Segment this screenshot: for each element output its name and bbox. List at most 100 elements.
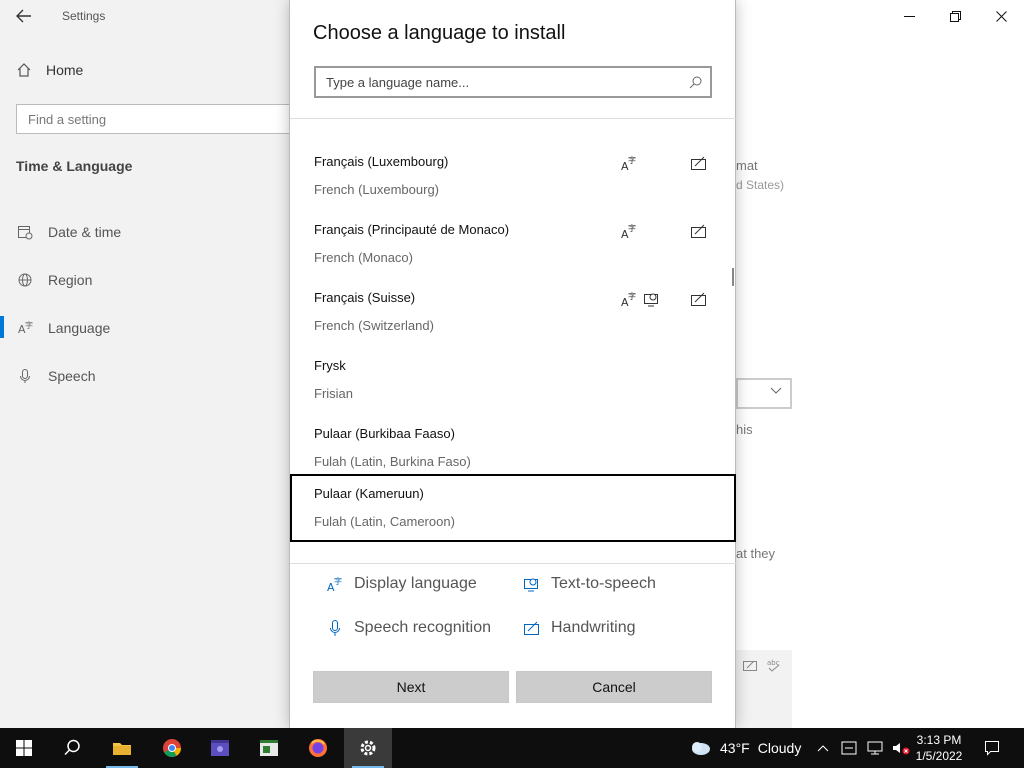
chrome-icon <box>163 739 181 758</box>
close-button[interactable] <box>978 0 1024 32</box>
legend-speech-recognition: Speech recognition <box>326 619 491 637</box>
language-english-name: French (Luxembourg) <box>314 182 439 197</box>
svg-text:字: 字 <box>628 223 636 233</box>
display-language-icon: A字 <box>620 154 638 173</box>
home-label: Home <box>46 62 84 78</box>
spellcheck-icon: abc <box>766 658 782 677</box>
microphone-icon <box>16 367 34 385</box>
right-pane-text-this: his <box>736 422 753 437</box>
nav-item-region[interactable]: Region <box>0 256 121 304</box>
weather-widget[interactable]: 43°F Cloudy <box>688 728 801 768</box>
list-bottom-divider <box>290 563 737 564</box>
search-icon <box>689 76 702 88</box>
right-pane-dropdown[interactable] <box>736 378 792 409</box>
taskbar-search-button[interactable] <box>48 728 96 768</box>
action-center-button[interactable] <box>976 728 1008 768</box>
language-english-name: French (Switzerland) <box>314 318 434 333</box>
language-item[interactable]: Français (Suisse) French (Switzerland) A… <box>290 278 736 346</box>
handwriting-icon <box>524 621 539 635</box>
selected-indicator <box>0 316 4 338</box>
legend-handwriting: Handwriting <box>523 619 635 637</box>
language-native-name: Français (Luxembourg) <box>314 154 449 169</box>
text-to-speech-icon <box>643 290 661 308</box>
legend-display-label: Display language <box>354 575 477 592</box>
nav-label-speech: Speech <box>48 368 96 384</box>
handwriting-icon <box>690 290 708 308</box>
tray-app-icon[interactable] <box>840 741 858 755</box>
settings-nav: Date & time Region A字 Language Speech <box>0 208 121 400</box>
display-language-icon: A字 <box>327 576 342 593</box>
dialog-title: Choose a language to install <box>313 22 566 44</box>
text-to-speech-icon <box>524 578 538 592</box>
taskbar-chrome[interactable] <box>148 728 196 768</box>
handwriting-icon <box>690 154 708 172</box>
restore-icon <box>949 10 961 22</box>
right-pane-text-format: mat <box>736 158 758 173</box>
minimize-icon <box>903 15 915 17</box>
chevron-down-icon <box>770 386 782 398</box>
settings-nav-pane: Settings Home Find a setting Time & Lang… <box>0 0 296 728</box>
taskbar-file-explorer[interactable] <box>98 728 146 768</box>
language-item-selected[interactable]: Pulaar (Kameruun) Fulah (Latin, Cameroon… <box>290 474 736 542</box>
choose-language-dialog: Choose a language to install Type a lang… <box>289 0 737 728</box>
taskbar-app-purple[interactable] <box>196 728 244 768</box>
language-item-partial[interactable]: A <box>290 550 736 563</box>
search-icon <box>64 739 80 756</box>
next-button[interactable]: Next <box>313 671 509 703</box>
language-native-name: Pulaar (Kameruun) <box>314 486 424 501</box>
svg-text:字: 字 <box>334 576 342 586</box>
svg-text:字: 字 <box>628 291 636 301</box>
document-icon <box>260 740 278 756</box>
nav-item-speech[interactable]: Speech <box>0 352 121 400</box>
legend-tts-label: Text-to-speech <box>551 575 656 592</box>
cancel-button[interactable]: Cancel <box>516 671 712 703</box>
minimize-button[interactable] <box>886 0 932 32</box>
right-pane-text-they: at they <box>736 546 776 561</box>
taskbar-clock[interactable]: 3:13 PM 1/5/2022 <box>906 732 972 764</box>
nav-item-date-time[interactable]: Date & time <box>0 208 121 256</box>
taskbar-firefox[interactable] <box>294 728 342 768</box>
list-scrollbar[interactable] <box>732 268 734 286</box>
close-icon <box>995 10 1007 22</box>
nav-item-language[interactable]: A字 Language <box>0 304 121 352</box>
language-item-partial[interactable]: — — <box>290 118 736 140</box>
taskbar-app-green[interactable] <box>245 728 293 768</box>
notification-icon <box>985 741 999 756</box>
language-item[interactable]: Français (Principauté de Monaco) French … <box>290 210 736 278</box>
right-pane-text-states: d States) <box>736 178 785 192</box>
language-item[interactable]: Pulaar (Burkibaa Faaso) Fulah (Latin, Bu… <box>290 414 736 482</box>
legend-handwriting-label: Handwriting <box>551 619 636 636</box>
language-item[interactable]: Frysk Frisian <box>290 346 736 414</box>
language-search-input[interactable]: Type a language name... <box>314 66 712 98</box>
language-list[interactable]: — — Français (Luxembourg) French (Luxemb… <box>290 118 737 563</box>
restore-button[interactable] <box>932 0 978 32</box>
chevron-up-icon[interactable] <box>814 744 832 752</box>
right-pane-language-card[interactable]: abc <box>736 650 792 728</box>
legend-display-language: A字 Display language <box>326 575 477 593</box>
home-link[interactable]: Home <box>16 62 83 78</box>
taskbar: 43°F Cloudy 3:13 PM 1/5/2022 <box>0 728 1024 768</box>
network-icon[interactable] <box>866 741 884 755</box>
windows-logo-icon <box>16 740 32 756</box>
language-native-name: Français (Principauté de Monaco) <box>314 222 510 237</box>
legend-text-to-speech: Text-to-speech <box>523 575 656 593</box>
nav-label-date-time: Date & time <box>48 224 122 240</box>
nav-label-language: Language <box>48 320 111 336</box>
window-title: Settings <box>62 9 106 23</box>
app-window-icon <box>211 740 229 756</box>
display-language-icon: A字 <box>620 290 638 309</box>
back-button[interactable] <box>12 6 36 26</box>
firefox-icon <box>309 739 327 757</box>
back-arrow-icon <box>16 9 31 23</box>
start-button[interactable] <box>0 728 48 768</box>
language-native-name: Français (Suisse) <box>314 290 416 305</box>
find-setting-input[interactable]: Find a setting <box>16 104 296 134</box>
taskbar-settings[interactable] <box>344 728 392 768</box>
language-item[interactable]: Français (Luxembourg) French (Luxembourg… <box>290 142 736 210</box>
speech-recognition-icon <box>330 620 340 636</box>
folder-icon <box>113 743 131 755</box>
weather-temp: 43°F <box>720 740 750 756</box>
language-english-name: Fulah (Latin, Burkina Faso) <box>314 454 471 469</box>
handwriting-icon <box>690 222 708 240</box>
clock-date: 1/5/2022 <box>915 749 963 763</box>
